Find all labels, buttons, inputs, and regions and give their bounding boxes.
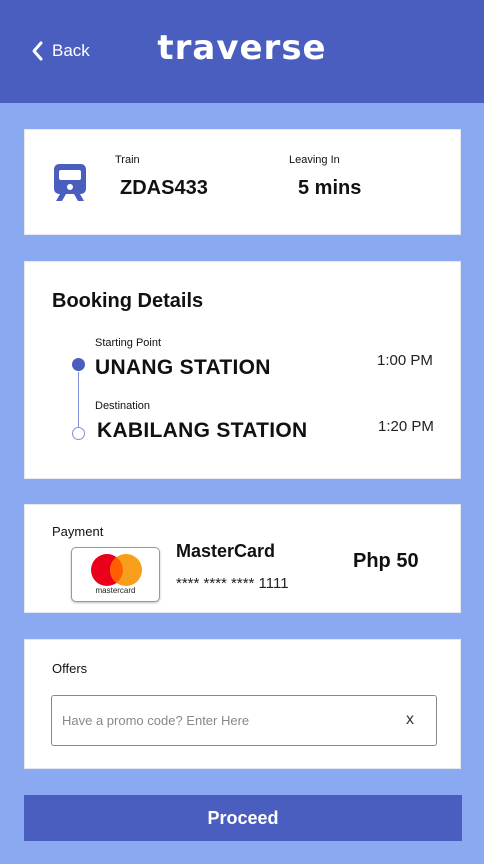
route-line (78, 372, 79, 434)
start-dot (72, 358, 85, 371)
mastercard-circles-icon (91, 554, 142, 586)
train-number: ZDAS433 (120, 177, 208, 199)
destination-time: 1:20 PM (378, 418, 434, 435)
payment-label: Payment (52, 524, 104, 539)
promo-code-input[interactable] (62, 696, 382, 745)
destination-label: Destination (95, 400, 151, 412)
offers-card: Offers x (24, 639, 461, 769)
starting-point-label: Starting Point (95, 337, 162, 349)
train-card: Train ZDAS433 Leaving In 5 mins (24, 129, 461, 235)
leaving-label: Leaving In (289, 154, 340, 166)
card-brand: MasterCard (176, 541, 276, 561)
train-label: Train (115, 154, 140, 166)
destination-station: KABILANG STATION (97, 419, 308, 442)
start-time: 1:00 PM (377, 352, 433, 369)
destination-dot (72, 427, 85, 440)
train-icon (54, 164, 86, 201)
app-header: Back traverse (0, 0, 484, 103)
booking-title: Booking Details (52, 290, 204, 312)
booking-details-card: Booking Details Starting Point UNANG STA… (24, 261, 461, 479)
starting-station: UNANG STATION (95, 356, 271, 379)
proceed-button[interactable]: Proceed (24, 795, 462, 841)
app-logo: traverse (157, 28, 327, 68)
clear-promo-button[interactable]: x (406, 711, 414, 729)
mastercard-logo-text: mastercard (95, 586, 136, 595)
payment-card[interactable]: Payment mastercard MasterCard **** **** … (24, 504, 461, 613)
leaving-time: 5 mins (298, 177, 362, 199)
card-number: **** **** **** 1111 (176, 575, 289, 592)
promo-code-field[interactable]: x (51, 695, 437, 746)
offers-label: Offers (52, 661, 88, 676)
payment-amount: Php 50 (353, 550, 419, 572)
mastercard-logo: mastercard (71, 547, 160, 602)
